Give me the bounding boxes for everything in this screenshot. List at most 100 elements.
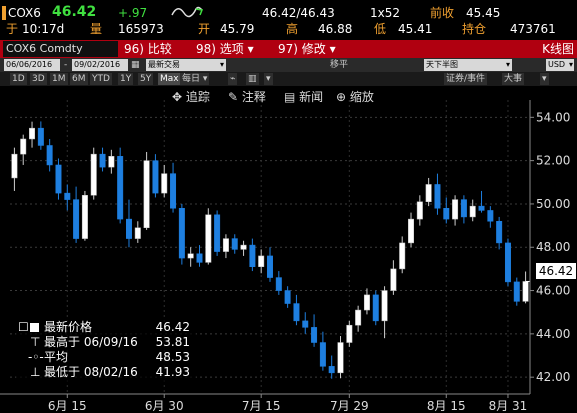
legend-high[interactable]: ⊤ 最高于 06/09/16 53.81: [16, 335, 196, 350]
range-5y[interactable]: 5Y: [138, 73, 154, 85]
annotate-tool[interactable]: ✎ 注释: [228, 89, 266, 105]
candle-body: [117, 156, 124, 220]
period-select[interactable]: 每日 ▾: [180, 73, 210, 85]
chart-legend: ☐ 最新价格 46.42 ⊤ 最高于 06/09/16 53.81 -◦- 平均…: [16, 318, 196, 384]
start-date-input[interactable]: 06/06/2016: [4, 59, 60, 71]
options-button[interactable]: 98) 选项 ▾: [196, 42, 254, 56]
range-1y[interactable]: 1Y: [118, 73, 134, 85]
y-tick-label: 46.00: [536, 284, 570, 298]
edit-button[interactable]: 97) 修改 ▾: [278, 42, 336, 56]
frequency-value: 天下半图: [426, 60, 458, 69]
chevron-down-icon: ▾: [247, 42, 254, 56]
symbol-marker: [2, 6, 6, 20]
candle-body: [434, 184, 441, 209]
bid-ask-size: 1x52: [370, 6, 401, 20]
candle-body: [478, 205, 485, 211]
candle-body: [214, 214, 221, 252]
news-tool[interactable]: ▤ 新闻: [284, 89, 323, 105]
legend-high-label: 最高于 06/09/16: [44, 335, 138, 349]
candle-body: [143, 160, 150, 229]
legend-last[interactable]: ☐ 最新价格 46.42: [16, 320, 196, 335]
prev-close-value: 45.45: [466, 6, 501, 20]
legend-low[interactable]: ⊥ 最低于 08/02/16 41.93: [16, 365, 196, 380]
candle-body: [425, 184, 432, 203]
candle-body: [126, 218, 132, 239]
open-interest-label: 持仓: [462, 22, 487, 36]
settings-bar: 06/06/2016 - 09/02/2016 ▦ 最新交易 ▾ 移平 天下半图 ▾…: [0, 58, 577, 72]
frequency-select[interactable]: 天下半图 ▾: [424, 59, 512, 71]
price-type-select[interactable]: 最新交易 ▾: [146, 59, 226, 71]
candle: [337, 336, 344, 379]
range-max[interactable]: Max: [158, 73, 181, 85]
candle-body: [267, 255, 273, 278]
legend-avg[interactable]: -◦- 平均 48.53: [16, 350, 196, 365]
volume-value: 165973: [118, 22, 164, 36]
candle-body: [416, 201, 423, 220]
zoom-tool[interactable]: ⊕ 缩放: [336, 89, 374, 105]
candle-body: [249, 244, 256, 267]
range-1d[interactable]: 1D: [10, 73, 27, 85]
candle-body: [469, 205, 476, 218]
ticker-bar: COX6 46.42 +.97 46.42/46.43 1x52 前收 45.4…: [0, 0, 577, 38]
event-size-button[interactable]: 大事: [502, 73, 525, 85]
last-price: 46.42: [52, 4, 97, 20]
candle-body: [302, 320, 309, 328]
candle-body: [355, 309, 362, 326]
range-6m[interactable]: 6M: [70, 73, 88, 85]
candle-body: [293, 303, 300, 322]
range-1m[interactable]: 1M: [50, 73, 68, 85]
currency-select[interactable]: USD ▾: [546, 59, 574, 71]
candle-body: [399, 242, 406, 270]
candle: [81, 190, 88, 241]
candle: [90, 147, 97, 200]
security-title[interactable]: COX6 Comdty: [3, 41, 118, 57]
candle-body: [222, 238, 229, 252]
candle-body: [231, 238, 238, 250]
volume-label: 量: [90, 22, 103, 36]
range-ytd[interactable]: YTD: [90, 73, 112, 85]
ticker-symbol[interactable]: COX6: [8, 6, 41, 20]
toolbar-chevron-down-icon[interactable]: ▾: [540, 73, 549, 85]
candle-body: [187, 253, 194, 259]
chevron-down-icon: ▾: [219, 60, 224, 69]
legend-high-value: 53.81: [155, 335, 190, 349]
compare-label: 比较: [147, 42, 172, 56]
candle-body: [11, 153, 18, 179]
securities-events-button[interactable]: 证券/事件: [444, 73, 488, 85]
calendar-icon[interactable]: ▦: [131, 59, 140, 71]
title-bar: COX6 Comdty 96) 比较 98) 选项 ▾ 97) 修改 ▾ K线图: [0, 40, 577, 58]
candle-body: [346, 324, 353, 343]
candle-body: [20, 138, 27, 155]
candle-body: [161, 173, 168, 194]
candle-body: [275, 277, 282, 291]
legend-last-label: 最新价格: [44, 320, 93, 334]
y-tick-label: 54.00: [536, 110, 570, 124]
price-change: +.97: [118, 6, 148, 20]
checkbox-icon: ☐: [18, 320, 29, 334]
candle-body: [108, 156, 115, 168]
line-chart-icon[interactable]: ⌁: [228, 73, 238, 85]
sparkline-icon: [170, 5, 204, 22]
candle-body: [311, 327, 318, 343]
period-value: 每日: [182, 74, 201, 84]
candle: [504, 238, 511, 287]
bid-ask: 46.42/46.43: [262, 6, 335, 20]
compare-button[interactable]: 96) 比较: [124, 42, 172, 56]
candle-body: [319, 342, 326, 367]
range-bar: 1D 3D 1M 6M YTD 1Y 5Y Max 每日 ▾ ⌁ ▥ ▾ 证券/…: [0, 72, 577, 86]
y-tick-label: 44.00: [536, 327, 570, 341]
zoom-icon: ⊕: [336, 90, 347, 104]
x-tick-label: 8月 15: [427, 399, 466, 413]
candle-body: [73, 199, 80, 239]
y-tick-label: 50.00: [536, 197, 570, 211]
y-tick-label: 42.00: [536, 370, 570, 384]
candle: [178, 203, 185, 265]
bar-chart-icon[interactable]: ▥: [246, 73, 259, 85]
y-tick-label: 52.00: [536, 154, 570, 168]
candle-body: [443, 208, 450, 220]
candle-body: [196, 253, 203, 263]
end-date-input[interactable]: 09/02/2016: [72, 59, 128, 71]
track-tool[interactable]: ✥ 追踪: [172, 89, 210, 105]
chart-type-icon[interactable]: ▾: [264, 73, 273, 85]
range-3d[interactable]: 3D: [30, 73, 47, 85]
